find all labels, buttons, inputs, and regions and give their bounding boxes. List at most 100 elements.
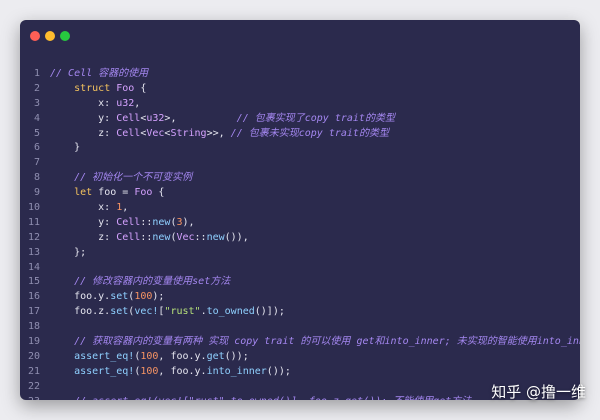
code-line: 9 let foo = Foo { [20, 186, 580, 201]
line-number: 17 [27, 306, 40, 318]
code-token: into_inner [206, 365, 267, 377]
line-source: y: Cell::new(3), [40, 216, 194, 231]
line-number: 21 [27, 365, 40, 377]
line-number: 7 [33, 157, 40, 169]
code-token: Cell [116, 112, 141, 124]
code-token: :: [140, 231, 153, 243]
code-line: 13 }; [20, 246, 580, 261]
line-source: // 获取容器内的变量有两种 实现 copy trait 的可以使用 get和i… [40, 335, 580, 350]
code-line: 7 [20, 156, 580, 171]
code-token: // assert_eq!(vec!["rust".to_owned()], f… [74, 396, 471, 400]
code-token: struct [74, 82, 111, 94]
code-token: assert_eq! [74, 365, 135, 377]
line-number: 13 [27, 246, 40, 258]
code-token: let [74, 187, 93, 199]
line-number: 10 [27, 202, 40, 214]
code-line: 3 x: u32, [20, 97, 580, 112]
line-number: 6 [33, 142, 40, 154]
line-number: 9 [33, 187, 40, 199]
line-number: 12 [27, 231, 40, 243]
code-token: }; [50, 246, 87, 258]
code-line: 14 [20, 261, 580, 276]
code-token: // 包裹未实现copy trait的类型 [230, 127, 389, 139]
code-token: Vec [176, 231, 195, 243]
line-source: x: u32, [40, 97, 140, 112]
code-token: new [152, 216, 171, 228]
code-token: // 初始化一个不可变实例 [74, 172, 193, 184]
line-number: 5 [33, 127, 40, 139]
code-token: , [134, 97, 141, 109]
line-number: 2 [33, 82, 40, 94]
code-area[interactable]: 1// Cell 容器的使用 2 struct Foo {3 x: u32, 4 y… [20, 67, 580, 400]
minimize-window-button[interactable] [45, 31, 55, 41]
code-token: String [170, 127, 207, 139]
code-token: 100 [134, 291, 153, 303]
line-number: 11 [27, 216, 40, 228]
title-bar [20, 20, 580, 52]
code-editor-window: 1// Cell 容器的使用 2 struct Foo {3 x: u32, 4 y… [20, 20, 580, 400]
line-source: foo.z.set(vec!["rust".to_owned()]); [40, 305, 285, 320]
maximize-window-button[interactable] [60, 31, 70, 41]
code-token: Foo [116, 82, 135, 94]
code-token: ()]); [254, 306, 285, 318]
code-token: set [110, 291, 129, 303]
code-token: "rust" [164, 306, 201, 318]
code-line: 8 // 初始化一个不可变实例 [20, 171, 580, 186]
code-line: 10 x: 1, [20, 201, 580, 216]
code-token: { [152, 187, 165, 199]
code-line: 1 // Cell 容器的使用 [20, 67, 580, 82]
code-token: new [152, 231, 171, 243]
line-source: struct Foo { [40, 82, 146, 97]
code-line: 12 z: Cell::new(Vec::new()), [20, 231, 580, 246]
code-token: u32 [116, 97, 135, 109]
code-token: assert_eq! [74, 350, 135, 362]
line-source: // Cell 容器的使用 [40, 67, 148, 82]
code-token: 100 [140, 365, 159, 377]
code-line: 2 struct Foo { [20, 82, 580, 97]
code-line: 20 assert_eq!(100, foo.y.get()); [20, 350, 580, 365]
code-line: 21 assert_eq!(100, foo.y.into_inner()); [20, 365, 580, 380]
code-token: // 包裹实现了copy trait的类型 [236, 112, 395, 124]
line-source: x: 1, [40, 201, 128, 216]
code-token: ()), [224, 231, 249, 243]
code-token: , foo.y. [158, 350, 207, 362]
line-source: } [40, 141, 80, 156]
line-number: 19 [27, 336, 40, 348]
code-token: x: [50, 202, 117, 214]
line-number: 22 [27, 380, 40, 392]
code-token: Cell [116, 216, 141, 228]
code-token: } [50, 142, 81, 154]
watermark-text: 知乎 @撸一维 [491, 383, 586, 401]
code-token: ()); [224, 350, 249, 362]
code-token: z: [50, 127, 117, 139]
line-number: 8 [33, 172, 40, 184]
code-line: 11 y: Cell::new(3), [20, 216, 580, 231]
code-token: ()); [266, 365, 291, 377]
line-source: // 修改容器内的变量使用set方法 [40, 275, 230, 290]
code-line: 16 foo.y.set(100); [20, 290, 580, 305]
code-token: :: [194, 231, 207, 243]
line-source: y: Cell<u32>, // 包裹实现了copy trait的类型 [40, 112, 395, 127]
code-token: >, [164, 112, 237, 124]
code-line: 5 z: Cell<Vec<String>>, // 包裹未实现copy tra… [20, 127, 580, 142]
code-token: vec! [134, 306, 159, 318]
code-token: u32 [146, 112, 165, 124]
line-source: }; [40, 246, 86, 261]
code-line: 4 y: Cell<u32>, // 包裹实现了copy trait的类型 [20, 112, 580, 127]
code-token: get [206, 350, 225, 362]
code-token: ); [152, 291, 165, 303]
close-window-button[interactable] [30, 31, 40, 41]
code-token: Cell [116, 127, 141, 139]
code-token: Foo [134, 187, 153, 199]
line-source: let foo = Foo { [40, 186, 164, 201]
code-token: x: [50, 97, 117, 109]
line-number: 14 [27, 261, 40, 273]
line-source: assert_eq!(100, foo.y.into_inner()); [40, 365, 291, 380]
code-token: Cell [116, 231, 141, 243]
